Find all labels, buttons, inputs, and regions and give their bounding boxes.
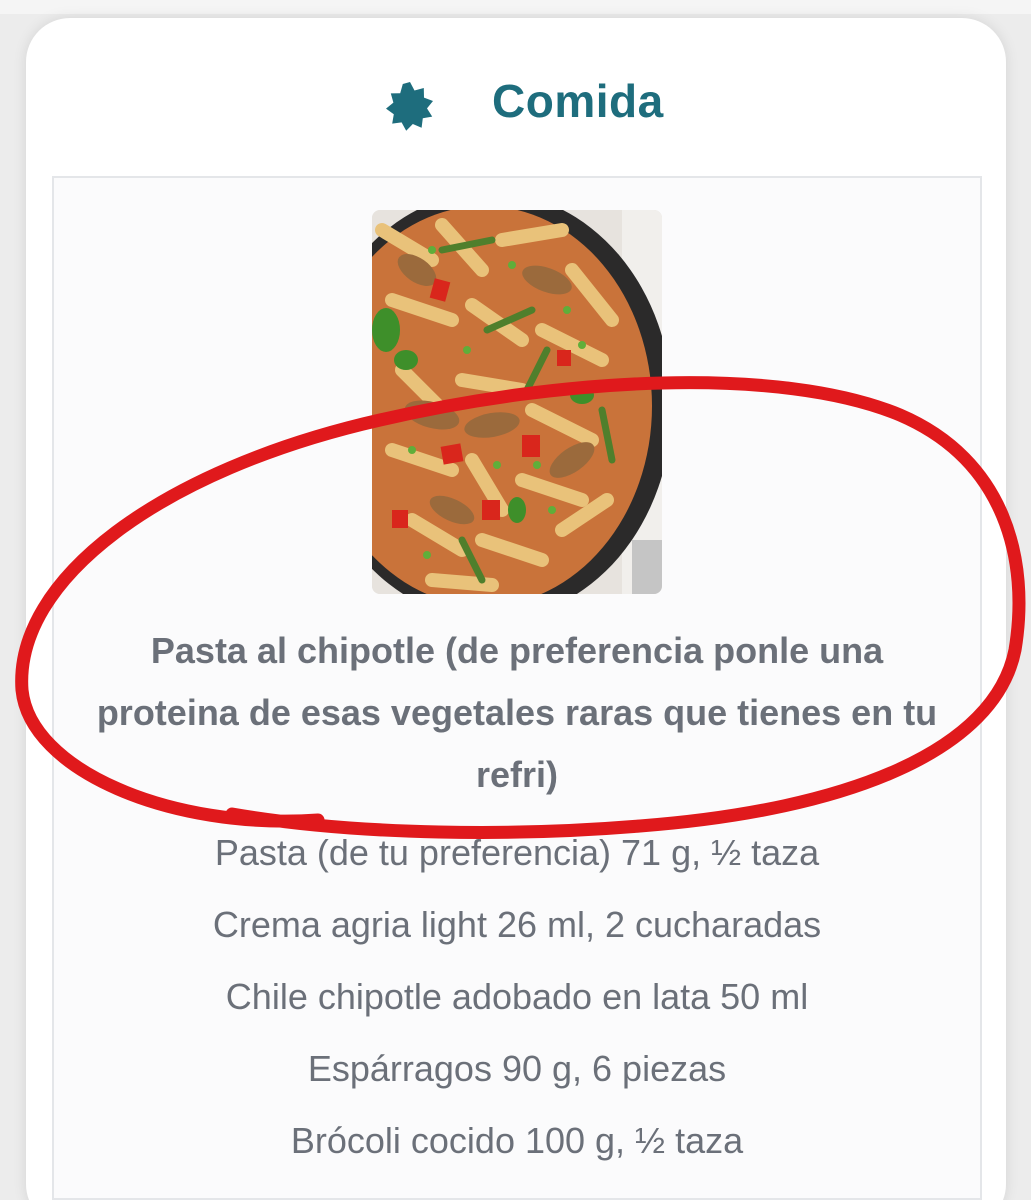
screen: Comida Pasta al chipotle (de preferencia… <box>0 0 1031 1200</box>
ingredient-item: Pasta (de tu preferencia) 71 g, ½ taza <box>214 832 820 873</box>
dish-title: Pasta al chipotle (de preferencia ponle … <box>96 630 938 795</box>
pasta-dish-photo[interactable] <box>372 210 662 594</box>
meal-item: Pasta al chipotle (de preferencia ponle … <box>52 176 982 1200</box>
section-title: Comida <box>492 75 664 127</box>
ingredient-item: Brócoli cocido 100 g, ½ taza <box>290 1120 744 1161</box>
ingredient-item: Chile chipotle adobado en lata 50 ml <box>225 976 809 1017</box>
card-header: Comida <box>26 18 1006 178</box>
ingredient-item: Espárragos 90 g, 6 piezas <box>307 1048 727 1089</box>
badge-star-icon <box>384 80 436 132</box>
meal-card: Comida Pasta al chipotle (de preferencia… <box>26 18 1006 1200</box>
ingredient-item: Crema agria light 26 ml, 2 cucharadas <box>212 904 822 945</box>
ingredient-list: Pasta (de tu preferencia) 71 g, ½ taza C… <box>54 828 980 1188</box>
top-strip <box>0 0 1031 14</box>
